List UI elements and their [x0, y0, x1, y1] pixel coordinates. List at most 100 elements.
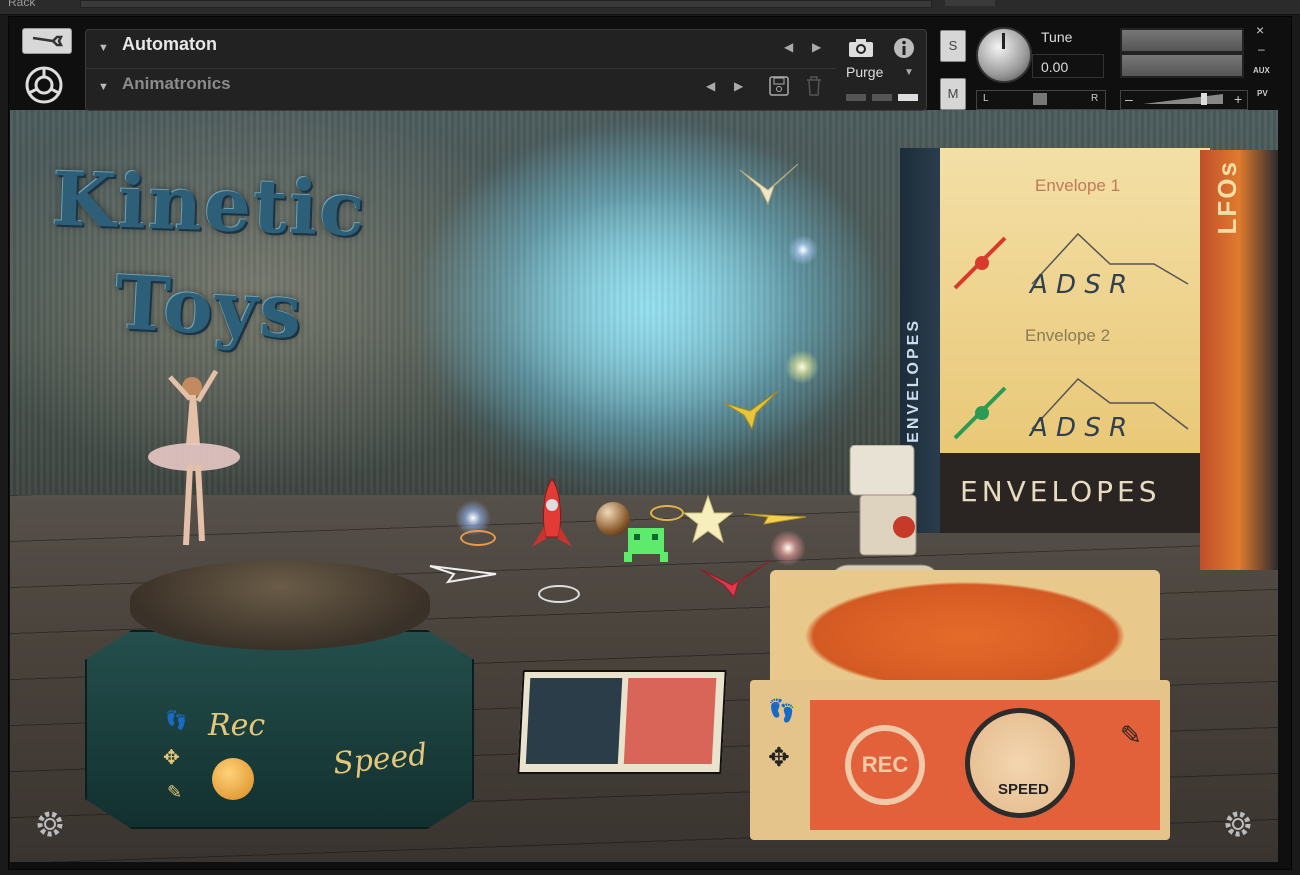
next-instrument-icon[interactable]: ▶: [812, 40, 821, 54]
envelope2-label: Envelope 2: [1025, 326, 1111, 345]
envelope1-slider[interactable]: [950, 228, 1010, 298]
camera-icon[interactable]: [846, 35, 876, 61]
envelopes-spine-text: ENVELOPES: [905, 318, 922, 443]
prev-instrument-icon[interactable]: ◀: [784, 40, 793, 54]
close-button[interactable]: ×: [1256, 22, 1264, 38]
wrench-button[interactable]: [22, 28, 72, 54]
envelopes-book[interactable]: ENVELOPES Envelope 1 A D S R Envelope 2 …: [900, 148, 1210, 533]
ring-marker: [650, 505, 684, 521]
pan-handle[interactable]: [1033, 93, 1047, 105]
memory-bar: [898, 94, 918, 101]
rack-strip: Rack: [0, 0, 1300, 15]
envelope1-label: Envelope 1: [1035, 176, 1121, 195]
robot-box-rec-button[interactable]: REC: [845, 725, 925, 805]
mute-button[interactable]: M: [940, 78, 966, 110]
ring-marker: [460, 530, 496, 546]
paper-crane-icon[interactable]: [722, 385, 782, 431]
rocket-icon[interactable]: [522, 475, 582, 555]
pan-right-label: R: [1091, 93, 1099, 104]
robot-box-panel: REC SPEED ✎: [810, 700, 1160, 830]
aux-button[interactable]: AUX: [1253, 66, 1270, 75]
purge-label[interactable]: Purge: [846, 64, 883, 80]
title-toys: Toys: [112, 260, 306, 356]
gear-icon[interactable]: [34, 808, 66, 840]
paper-crane-icon[interactable]: [738, 160, 800, 206]
music-box-turntable[interactable]: [130, 560, 430, 650]
ballerina-figure[interactable]: [140, 365, 250, 555]
prev-snapshot-icon[interactable]: ◀: [706, 79, 715, 93]
title-kinetic: Kinetic: [50, 156, 369, 254]
music-box[interactable]: Rec Speed 👣 ✥ ✎: [85, 560, 474, 829]
footprints-icon[interactable]: 👣: [768, 698, 795, 724]
envelope2-adsr[interactable]: A D S R: [1030, 413, 1127, 443]
sparkle-orb[interactable]: [785, 350, 819, 384]
meter-right: [1122, 55, 1242, 76]
playmat[interactable]: [517, 670, 727, 774]
instrument-header: ▼ Automaton ◀ ▶ ▼ Animatronics ◀ ▶ Purge…: [85, 29, 927, 111]
snapshot-name[interactable]: Animatronics: [122, 74, 231, 94]
volume-plus[interactable]: +: [1234, 91, 1242, 107]
meter-left: [1122, 30, 1242, 51]
move-arrows-icon[interactable]: ✥: [768, 742, 790, 773]
gear-icon[interactable]: [1222, 808, 1254, 840]
chevron-down-icon[interactable]: ▼: [904, 67, 914, 78]
music-box-body: [85, 630, 474, 829]
snapshot-row[interactable]: ▼ Animatronics ◀ ▶: [86, 69, 836, 109]
star-icon[interactable]: [682, 494, 734, 544]
sparkle-orb[interactable]: [788, 235, 818, 265]
pencil-icon[interactable]: ✎: [1120, 720, 1142, 751]
volume-slider[interactable]: – +: [1120, 90, 1248, 110]
pencil-icon[interactable]: ✎: [167, 782, 182, 803]
tune-value[interactable]: 0.00: [1032, 54, 1104, 78]
solo-button[interactable]: S: [940, 30, 966, 62]
rack-label: Rack: [8, 0, 36, 9]
volume-minus[interactable]: –: [1125, 91, 1133, 107]
info-icon[interactable]: [891, 35, 917, 61]
memory-bar: [872, 94, 892, 101]
music-box-rec-label: Rec: [208, 708, 266, 743]
instrument-row[interactable]: ▼ Automaton ◀ ▶: [86, 30, 836, 69]
robot-box-speed-label: SPEED: [998, 781, 1049, 798]
music-box-rec-button[interactable]: [212, 758, 254, 800]
envelopes-cover-bottom: ENVELOPES: [940, 453, 1210, 533]
chevron-down-icon[interactable]: ▼: [98, 81, 109, 93]
volume-ramp[interactable]: [1143, 93, 1223, 105]
paper-plane-icon[interactable]: [742, 508, 808, 526]
minimize-button[interactable]: –: [1258, 42, 1265, 56]
chevron-down-icon[interactable]: ▼: [98, 42, 109, 54]
playmat-blue-panel: [525, 678, 623, 764]
pan-slider[interactable]: L R: [976, 90, 1106, 110]
metal-ball[interactable]: [596, 502, 630, 536]
level-meter: [1120, 28, 1244, 78]
next-snapshot-icon[interactable]: ▶: [734, 79, 743, 93]
footprints-icon[interactable]: 👣: [165, 710, 187, 731]
ring-marker: [538, 585, 580, 603]
move-arrows-icon[interactable]: ✥: [163, 745, 180, 770]
tune-label: Tune: [1041, 29, 1073, 45]
pv-button[interactable]: PV: [1257, 89, 1268, 98]
rack-bar-small: [945, 0, 995, 6]
robot-box[interactable]: 👣 ✥ REC SPEED ✎: [750, 570, 1170, 840]
wrench-icon: [32, 35, 64, 47]
robot-box-front: 👣 ✥ REC SPEED ✎: [750, 680, 1170, 840]
lfos-spine-text: LFOs: [1212, 160, 1242, 235]
tune-knob[interactable]: [976, 27, 1032, 83]
robot-box-lid: [770, 570, 1160, 690]
sparkle-orb[interactable]: [770, 530, 806, 566]
envelope1-adsr[interactable]: A D S R: [1030, 270, 1127, 300]
instrument-name[interactable]: Automaton: [122, 34, 217, 55]
settings-logo-icon[interactable]: [24, 65, 64, 105]
rack-bar: [80, 0, 932, 8]
pan-left-label: L: [983, 93, 989, 104]
envelopes-cover: Envelope 1 A D S R Envelope 2 A D S R: [940, 148, 1210, 453]
memory-bar: [846, 94, 866, 101]
save-icon[interactable]: [769, 75, 789, 97]
lfos-book[interactable]: LFOs: [1200, 150, 1278, 570]
playmat-red-panel: [623, 678, 717, 764]
robot-box-speed-dial[interactable]: SPEED: [965, 708, 1075, 818]
space-invader-icon[interactable]: [622, 522, 670, 566]
envelopes-title: ENVELOPES: [960, 475, 1161, 508]
trash-icon[interactable]: [804, 75, 824, 97]
knob-indicator: [1002, 33, 1005, 49]
envelope2-slider[interactable]: [950, 378, 1010, 448]
